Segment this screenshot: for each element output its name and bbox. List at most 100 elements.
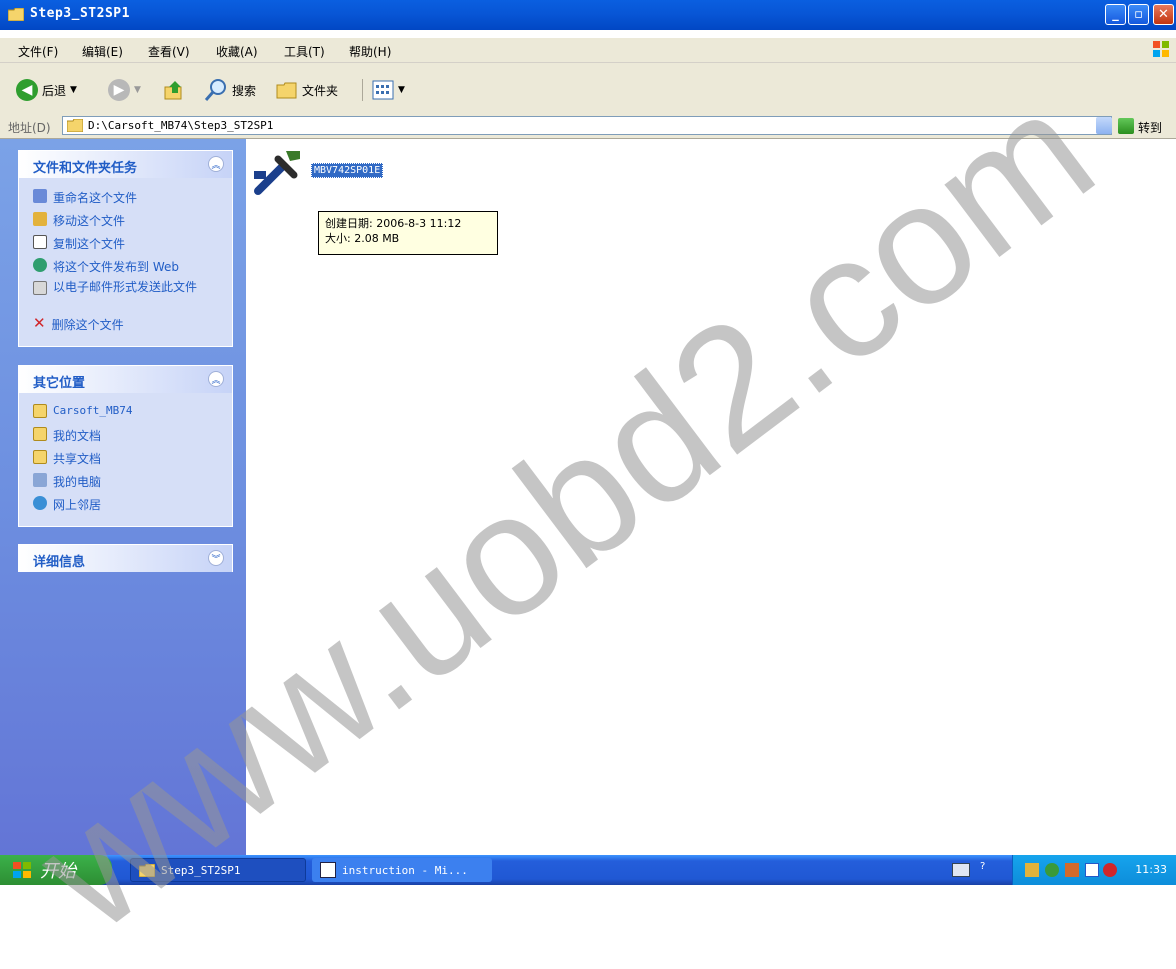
system-tray: 11:33 [1012, 855, 1176, 885]
setup-tools-icon[interactable] [252, 147, 304, 199]
delete-icon: ✕ [33, 314, 46, 332]
go-button[interactable]: 转到 [1138, 119, 1162, 136]
place-my-computer[interactable]: 我的电脑 [33, 473, 101, 490]
up-folder-button[interactable] [163, 77, 185, 103]
tray-network-icon[interactable] [1045, 863, 1059, 877]
collapse-chevron-icon[interactable]: ︽ [208, 371, 224, 387]
word-document-icon [320, 862, 336, 878]
task-rename[interactable]: 重命名这个文件 [33, 189, 137, 206]
folders-label: 文件夹 [302, 83, 339, 98]
views-button[interactable]: ▼ [372, 77, 405, 103]
menu-edit[interactable]: 编辑(E) [82, 43, 123, 60]
task-move[interactable]: 移动这个文件 [33, 212, 125, 229]
address-label: 地址(D) [8, 121, 51, 135]
menu-help[interactable]: 帮助(H) [349, 43, 391, 60]
toolbar-separator [362, 79, 363, 101]
tray-window-icon[interactable] [1085, 863, 1099, 877]
keyboard-icon[interactable] [952, 863, 970, 877]
tooltip-created: 创建日期: 2006-8-3 11:12 [325, 217, 462, 230]
search-label: 搜索 [232, 83, 257, 98]
task-publish-web[interactable]: 将这个文件发布到 Web [33, 258, 179, 275]
views-icon [372, 80, 394, 100]
file-name-label[interactable]: MBV742SP01E [311, 163, 384, 178]
back-label: 后退 [42, 83, 67, 98]
search-button[interactable]: 搜索 [204, 77, 256, 103]
up-folder-icon [164, 81, 182, 100]
menu-tools[interactable]: 工具(T) [284, 43, 325, 60]
details-panel: 详细信息 ︾ [18, 544, 233, 572]
panel-title: 详细信息 [33, 555, 86, 570]
task-label: 重命名这个文件 [53, 191, 138, 205]
folder-icon [8, 8, 24, 21]
address-path: D:\Carsoft_MB74\Step3_ST2SP1 [88, 119, 274, 132]
place-my-documents[interactable]: 我的文档 [33, 427, 101, 444]
clock: 11:33 [1135, 863, 1167, 876]
dropdown-arrow-icon: ▼ [398, 85, 405, 95]
network-icon [33, 496, 47, 510]
rename-icon [33, 189, 47, 203]
menu-file[interactable]: 文件(F) [18, 43, 58, 60]
maximize-button[interactable]: ▫ [1128, 4, 1149, 25]
go-arrow-icon[interactable] [1118, 118, 1134, 134]
start-button[interactable]: 开始 [0, 855, 112, 885]
copy-icon [33, 235, 47, 249]
place-label: Carsoft_MB74 [53, 404, 133, 417]
back-button[interactable]: ◀ 后退 ▼ [16, 77, 77, 103]
place-network[interactable]: 网上邻居 [33, 496, 101, 513]
help-icon[interactable]: ? [980, 861, 985, 872]
taskbar-button-label: instruction - Mi... [342, 863, 468, 877]
shared-folder-icon [33, 450, 47, 464]
search-icon [204, 79, 226, 101]
file-tasks-panel: 文件和文件夹任务 ︽ 重命名这个文件 移动这个文件 复制这个文件 将这个文件发布… [18, 150, 233, 347]
folders-icon [276, 82, 297, 99]
windows-logo-icon [13, 862, 31, 878]
taskbar-button-word[interactable]: instruction - Mi... [312, 858, 492, 882]
taskbar: 开始 Step3_ST2SP1 instruction - Mi... ? 11… [0, 855, 1176, 885]
dropdown-arrow-icon: ▼ [70, 85, 77, 95]
window-title: Step3_ST2SP1 [30, 6, 130, 21]
task-email[interactable]: 以电子邮件形式发送此文件 [33, 281, 198, 295]
task-copy[interactable]: 复制这个文件 [33, 235, 125, 252]
details-header[interactable]: 详细信息 ︾ [19, 545, 232, 572]
taskbar-button-explorer[interactable]: Step3_ST2SP1 [130, 858, 306, 882]
move-icon [33, 212, 47, 226]
panel-title: 文件和文件夹任务 [33, 161, 138, 176]
task-label: 以电子邮件形式发送此文件 [53, 280, 198, 294]
menu-favorites[interactable]: 收藏(A) [216, 43, 258, 60]
other-places-header[interactable]: 其它位置 ︽ [19, 366, 232, 393]
close-button[interactable]: ✕ [1153, 4, 1174, 25]
other-places-panel: 其它位置 ︽ Carsoft_MB74 我的文档 共享文档 我的电脑 网上邻居 [18, 365, 233, 527]
address-dropdown-button[interactable] [1096, 117, 1112, 134]
place-shared-documents[interactable]: 共享文档 [33, 450, 101, 467]
file-tasks-header[interactable]: 文件和文件夹任务 ︽ [19, 151, 232, 178]
expand-chevron-icon[interactable]: ︾ [208, 550, 224, 566]
collapse-chevron-icon[interactable]: ︽ [208, 156, 224, 172]
tray-app-icon[interactable] [1025, 863, 1039, 877]
forward-arrow-icon: ▶ [108, 79, 130, 101]
email-icon [33, 281, 47, 295]
place-label: 共享文档 [53, 452, 102, 466]
tray-antivirus-icon[interactable] [1103, 863, 1117, 877]
panel-title: 其它位置 [33, 376, 86, 391]
place-carsoft[interactable]: Carsoft_MB74 [33, 404, 132, 418]
forward-button[interactable]: ▶ ▼ [108, 77, 141, 103]
menu-bar: 文件(F) 编辑(E) 查看(V) 收藏(A) 工具(T) 帮助(H) [0, 38, 1176, 63]
address-bar: 地址(D) D:\Carsoft_MB74\Step3_ST2SP1 转到 [0, 114, 1176, 139]
menu-view[interactable]: 查看(V) [148, 43, 190, 60]
back-arrow-icon: ◀ [16, 79, 38, 101]
task-label: 复制这个文件 [53, 237, 126, 251]
toolbar: ◀ 后退 ▼ ▶ ▼ 搜索 文件夹 ▼ [0, 63, 1176, 116]
place-label: 我的电脑 [53, 475, 102, 489]
task-pane: 文件和文件夹任务 ︽ 重命名这个文件 移动这个文件 复制这个文件 将这个文件发布… [0, 139, 246, 855]
taskbar-button-label: Step3_ST2SP1 [161, 863, 241, 877]
tray-security-icon[interactable] [1065, 863, 1079, 877]
start-label: 开始 [40, 861, 76, 882]
web-publish-icon [33, 258, 47, 272]
place-label: 我的文档 [53, 429, 102, 443]
task-delete[interactable]: ✕ 删除这个文件 [33, 316, 124, 333]
minimize-button[interactable]: _ [1105, 4, 1126, 25]
folder-icon [139, 863, 155, 877]
dropdown-arrow-icon: ▼ [134, 85, 141, 95]
file-tooltip: 创建日期: 2006-8-3 11:12 大小: 2.08 MB [318, 211, 498, 255]
folders-button[interactable]: 文件夹 [276, 77, 338, 103]
